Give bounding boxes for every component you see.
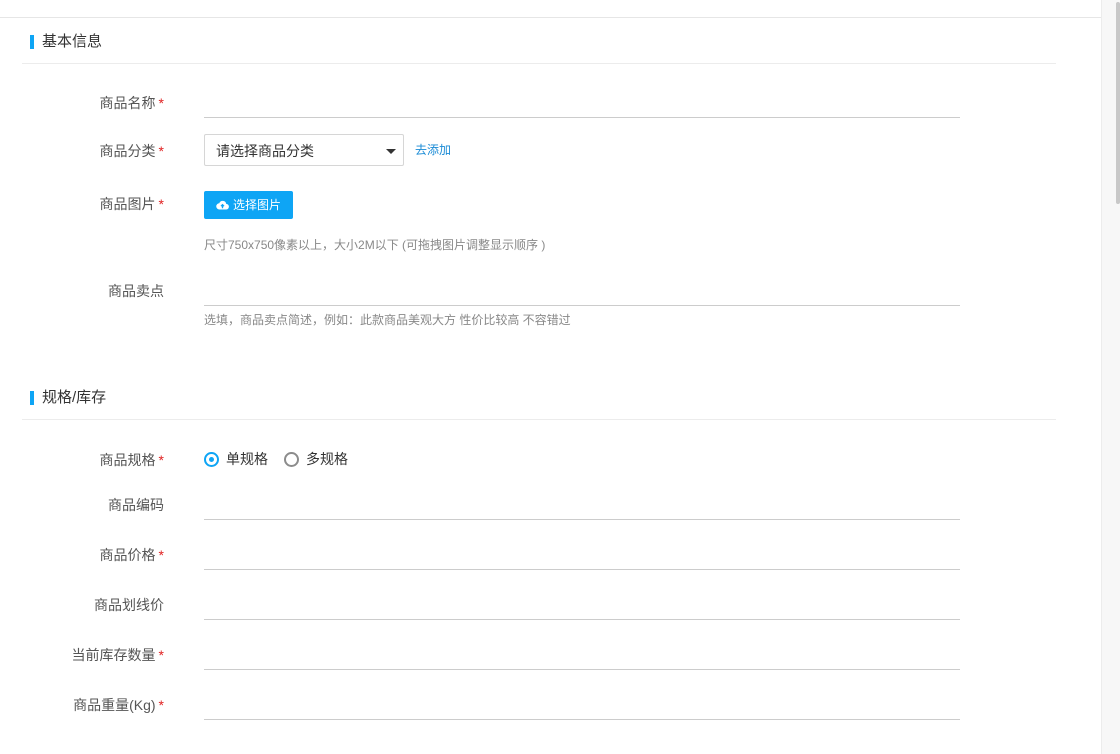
cloud-upload-icon: [216, 192, 229, 220]
price-input[interactable]: [204, 538, 960, 570]
scrollbar-thumb[interactable]: [1116, 2, 1120, 204]
section-header-spec: 规格/库存: [22, 376, 1056, 420]
selling-point-input[interactable]: [204, 274, 960, 306]
category-select-value: 请选择商品分类: [216, 143, 314, 159]
form-row-line-price: 商品划线价: [0, 588, 1100, 620]
form-row-category: 商品分类 * 请选择商品分类 去添加: [0, 134, 1100, 166]
section-title-basic: 基本信息: [42, 33, 103, 50]
section-title-spec: 规格/库存: [42, 389, 107, 406]
field-label-image: 商品图片 *: [99, 196, 164, 212]
field-label-code: 商品编码: [108, 497, 164, 513]
section-header-basic: 基本信息: [22, 20, 1056, 64]
image-hint: 尺寸750x750像素以上，大小2M以下 (可拖拽图片调整显示顺序 ): [204, 238, 546, 252]
top-bar: [0, 0, 1101, 18]
form-row-code: 商品编码: [0, 488, 1100, 520]
form-row-stock: 当前库存数量 *: [0, 638, 1100, 670]
radio-single-spec[interactable]: 单规格: [204, 450, 268, 468]
line-price-input[interactable]: [204, 588, 960, 620]
field-label-price: 商品价格 *: [99, 547, 164, 563]
weight-input[interactable]: [204, 688, 960, 720]
caret-down-icon: [386, 149, 396, 154]
category-select[interactable]: 请选择商品分类: [204, 134, 404, 166]
field-label-category: 商品分类 *: [99, 143, 164, 159]
field-label-name: 商品名称 *: [99, 95, 164, 111]
form-row-spec-type: 商品规格 * 单规格 多规格: [0, 443, 1100, 475]
form-row-selling-point: 商品卖点: [0, 274, 1100, 306]
field-label-line-price: 商品划线价: [94, 597, 164, 613]
field-label-selling-point: 商品卖点: [108, 283, 164, 299]
spec-type-radio-group: 单规格 多规格: [204, 450, 364, 468]
form-row-weight: 商品重量(Kg) *: [0, 688, 1100, 720]
form-row-name: 商品名称 *: [0, 86, 1100, 118]
form-row-price: 商品价格 *: [0, 538, 1100, 570]
select-image-button[interactable]: 选择图片: [204, 191, 293, 219]
field-label-weight: 商品重量(Kg) *: [73, 697, 164, 713]
form-row-image: 商品图片 * 选择图片: [0, 191, 1100, 223]
section-accent-bar: [30, 35, 34, 49]
select-image-button-label: 选择图片: [233, 198, 282, 212]
field-label-spec-type: 商品规格 *: [99, 452, 164, 468]
field-label-stock: 当前库存数量 *: [71, 647, 164, 663]
radio-multi-spec[interactable]: 多规格: [284, 450, 348, 468]
product-code-input[interactable]: [204, 488, 960, 520]
selling-point-hint: 选填，商品卖点简述，例如：此款商品美观大方 性价比较高 不容错过: [204, 313, 571, 327]
stock-input[interactable]: [204, 638, 960, 670]
section-accent-bar: [30, 391, 34, 405]
scrollbar[interactable]: [1101, 0, 1120, 754]
add-category-link[interactable]: 去添加: [415, 142, 451, 158]
product-name-input[interactable]: [204, 86, 960, 118]
radio-checked-icon: [204, 451, 219, 467]
radio-unchecked-icon: [284, 451, 299, 467]
